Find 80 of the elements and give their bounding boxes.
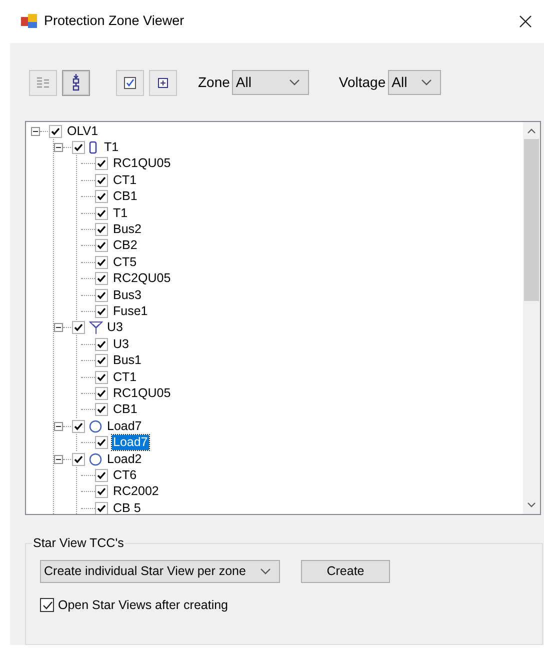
circle-icon xyxy=(89,452,102,466)
create-button[interactable]: Create xyxy=(301,560,390,583)
collapse-toggle[interactable] xyxy=(54,454,63,464)
expand-icon xyxy=(158,78,168,88)
tree-node-label[interactable]: CB1 xyxy=(112,189,138,204)
tree-node-label[interactable]: CB 5 xyxy=(112,500,142,514)
tree-checkbox[interactable] xyxy=(72,321,85,334)
vertical-scrollbar[interactable] xyxy=(523,122,540,514)
tree-checkbox[interactable] xyxy=(95,206,108,220)
tree-checkbox[interactable] xyxy=(72,141,85,154)
tree-node-label[interactable]: T1 xyxy=(112,206,129,221)
tree-node-label[interactable]: Bus3 xyxy=(112,288,142,303)
toolbar-button[interactable] xyxy=(62,70,90,96)
hierarchy-icon xyxy=(71,74,81,92)
tree-checkbox[interactable] xyxy=(95,272,108,286)
tree-checkbox[interactable] xyxy=(95,338,108,351)
tree-checkbox[interactable] xyxy=(95,386,108,400)
tree-checkbox[interactable] xyxy=(72,420,85,433)
tree-node-label[interactable]: Load7 xyxy=(106,418,143,434)
tree-node-label[interactable]: CT1 xyxy=(112,370,138,385)
tree-node-label[interactable]: Bus1 xyxy=(112,353,142,368)
tree-node-label[interactable]: Fuse1 xyxy=(112,304,149,319)
tree-node-label[interactable]: Load7 xyxy=(112,435,149,450)
tree-node-label[interactable]: RC2QU05 xyxy=(112,271,172,286)
tree-node-label[interactable]: RC1QU05 xyxy=(112,156,172,172)
tree-node-label[interactable]: CT6 xyxy=(112,468,138,483)
toolbar-button[interactable] xyxy=(149,70,177,96)
app-icon xyxy=(21,14,37,30)
tree-checkbox[interactable] xyxy=(95,436,108,450)
mode-dropdown[interactable]: Create individual Star View per zone xyxy=(40,560,280,583)
tree-node-label[interactable]: RC1QU05 xyxy=(112,386,172,401)
chevron-down-icon xyxy=(420,79,432,86)
tree-checkbox[interactable] xyxy=(72,452,85,466)
transformer-icon xyxy=(89,141,97,154)
tree-checkbox[interactable] xyxy=(95,502,108,514)
checkbox-icon xyxy=(124,76,136,88)
tree-checkbox[interactable] xyxy=(95,174,108,187)
tree-node-label[interactable]: T1 xyxy=(103,140,120,156)
window-title: Protection Zone Viewer xyxy=(44,12,184,30)
tree-checkbox[interactable] xyxy=(95,223,108,236)
collapse-toggle[interactable] xyxy=(54,323,63,332)
tree-checkbox[interactable] xyxy=(95,157,108,170)
tree-checkbox[interactable] xyxy=(95,239,108,252)
scrollbar-thumb[interactable] xyxy=(524,139,539,301)
tree-node-label[interactable]: OLV1 xyxy=(66,124,100,139)
filter-label: Zone xyxy=(198,73,230,92)
tree-checkbox[interactable] xyxy=(95,468,108,482)
tree-node-label[interactable]: CT5 xyxy=(112,254,138,270)
tree-checkbox[interactable] xyxy=(95,485,108,498)
checkbox-label: Open Star Views after creating xyxy=(58,597,228,614)
tree-node-label[interactable]: RC2002 xyxy=(112,484,160,500)
collapse-toggle[interactable] xyxy=(54,143,63,152)
tree-node-label[interactable]: U3 xyxy=(112,336,130,352)
tree-checkbox[interactable] xyxy=(95,354,108,368)
tree-node-label[interactable]: Bus2 xyxy=(112,222,142,238)
antenna-icon xyxy=(89,321,103,334)
tree-node-label[interactable]: U3 xyxy=(106,320,124,336)
checkbox[interactable] xyxy=(40,598,54,612)
close-icon[interactable] xyxy=(519,15,532,28)
filter-label: Voltage xyxy=(338,73,386,92)
collapse-toggle[interactable] xyxy=(31,126,40,136)
chevron-down-icon xyxy=(288,79,300,86)
tree-checkbox[interactable] xyxy=(49,124,62,138)
tree-checkbox[interactable] xyxy=(95,190,108,204)
filter-dropdown[interactable]: All xyxy=(388,70,441,95)
tree-checkbox[interactable] xyxy=(95,256,108,269)
tree-checkbox[interactable] xyxy=(95,403,108,416)
tree-node-label[interactable]: CB1 xyxy=(112,402,138,418)
chevron-down-icon xyxy=(260,568,271,575)
tree-node-label[interactable]: Load2 xyxy=(106,452,143,466)
tree-node-label[interactable]: CT1 xyxy=(112,172,138,188)
list-icon xyxy=(36,76,50,90)
collapse-toggle[interactable] xyxy=(54,422,63,431)
tree-checkbox[interactable] xyxy=(95,304,108,318)
circle-icon xyxy=(89,420,102,433)
filter-dropdown[interactable]: All xyxy=(232,70,309,95)
tree-checkbox[interactable] xyxy=(95,370,108,384)
tree-node-label[interactable]: CB2 xyxy=(112,238,138,254)
toolbar-button[interactable] xyxy=(116,70,144,96)
tree-checkbox[interactable] xyxy=(95,288,108,302)
